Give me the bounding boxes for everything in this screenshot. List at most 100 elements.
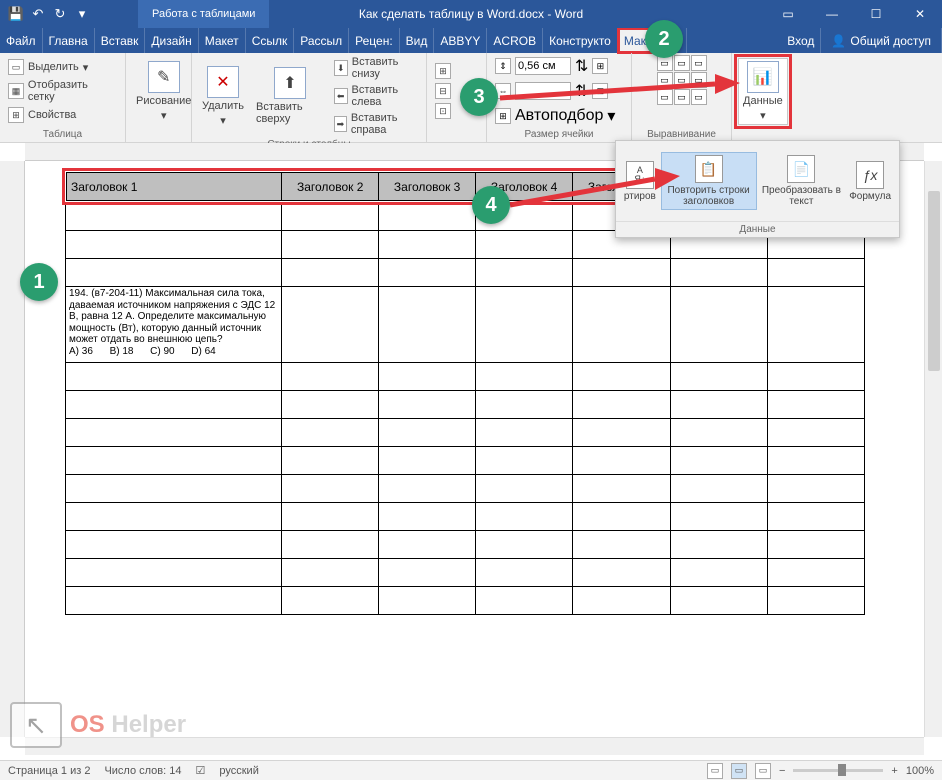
ruler-vertical[interactable] [0, 161, 25, 737]
zoom-in-button[interactable]: + [891, 765, 897, 777]
undo-icon[interactable]: ↶ [30, 6, 46, 22]
tab-references[interactable]: Ссылк [246, 28, 295, 53]
split-icon: ⊟ [435, 83, 451, 99]
group-label: Таблица [6, 127, 119, 142]
distribute-rows-icon[interactable]: ⊞ [592, 58, 608, 74]
tab-home[interactable]: Главна [43, 28, 95, 53]
arrow-4 [505, 165, 685, 215]
formula-button[interactable]: ƒx Формула [846, 158, 894, 205]
scrollbar-vertical[interactable] [924, 161, 942, 737]
table-row[interactable] [66, 447, 865, 475]
header-cell[interactable]: Заголовок 1 [67, 173, 282, 201]
insert-above-button[interactable]: ⬆ Вставить сверху [252, 65, 328, 127]
draw-icon: ✎ [148, 61, 180, 93]
callout-1: 1 [20, 263, 58, 301]
close-button[interactable]: ✕ [898, 0, 942, 28]
problem-cell[interactable]: 194. (в7-204-11) Максимальная сила тока,… [66, 287, 282, 363]
table-row[interactable] [66, 559, 865, 587]
gridlines-button[interactable]: ▦Отобразить сетку [6, 78, 119, 104]
watermark-icon: ↖ [10, 702, 62, 748]
delete-button[interactable]: ✕ Удалить▾ [198, 64, 248, 129]
tab-file[interactable]: Файл [0, 28, 43, 53]
tab-design[interactable]: Дизайн [145, 28, 198, 53]
tab-insert[interactable]: Вставк [95, 28, 146, 53]
convert-to-text-button[interactable]: 📄 Преобразовать в текст [758, 152, 844, 210]
insert-below-button[interactable]: ⬇Вставить снизу [332, 55, 420, 81]
share-button[interactable]: 👤 Общий доступ [821, 28, 942, 53]
document-title: Как сделать таблицу в Word.docx - Word [359, 7, 583, 21]
tab-acrobat[interactable]: ACROB [487, 28, 543, 53]
zoom-out-button[interactable]: − [779, 765, 785, 777]
data-button[interactable]: 📊 Данные▾ [738, 58, 788, 125]
split-table-button[interactable]: ⊡ [433, 102, 453, 120]
qat-dropdown-icon[interactable]: ▾ [74, 6, 90, 22]
callout-2: 2 [645, 20, 683, 58]
header-cell[interactable]: Заголовок 3 [379, 173, 476, 201]
table-row[interactable] [66, 259, 865, 287]
language-status[interactable]: русский [219, 765, 258, 777]
insert-below-icon: ⬇ [334, 60, 348, 76]
table-row[interactable] [66, 531, 865, 559]
quick-access-toolbar: 💾 ↶ ↻ ▾ [0, 6, 98, 22]
insert-right-icon: ➡ [334, 116, 347, 132]
tab-mailings[interactable]: Рассыл [294, 28, 349, 53]
tab-table-design[interactable]: Конструкто [543, 28, 618, 53]
data-icon: 📊 [747, 61, 779, 93]
document-table-body[interactable]: 194. (в7-204-11) Максимальная сила тока,… [65, 202, 865, 615]
ribbon-options-icon[interactable]: ▭ [766, 0, 810, 28]
zoom-level[interactable]: 100% [906, 765, 934, 777]
convert-icon: 📄 [787, 155, 815, 183]
split-cells-button[interactable]: ⊟ [433, 82, 453, 100]
insert-left-icon: ⬅ [334, 88, 348, 104]
print-layout-icon[interactable]: ▭ [731, 763, 747, 779]
page-status[interactable]: Страница 1 из 2 [8, 765, 90, 777]
read-mode-icon[interactable]: ▭ [707, 763, 723, 779]
spellcheck-icon[interactable]: ☑ [196, 764, 206, 777]
formula-icon: ƒx [856, 161, 884, 189]
merge-cells-button[interactable]: ⊞ [433, 62, 453, 80]
repeat-header-icon: 📋 [695, 155, 723, 183]
table-row[interactable] [66, 587, 865, 615]
insert-right-button[interactable]: ➡Вставить справа [332, 111, 420, 137]
sign-in-link[interactable]: Вход [781, 28, 821, 53]
window-controls: ▭ — ☐ ✕ [766, 0, 942, 28]
zoom-thumb[interactable] [838, 764, 846, 776]
zoom-slider[interactable] [793, 769, 883, 772]
insert-left-button[interactable]: ⬅Вставить слева [332, 83, 420, 109]
header-cell[interactable]: Заголовок 2 [282, 173, 379, 201]
canvas[interactable]: Заголовок 1 Заголовок 2 Заголовок 3 Заго… [25, 161, 924, 737]
table-row[interactable] [66, 391, 865, 419]
split-table-icon: ⊡ [435, 103, 451, 119]
group-label: Размер ячейки [493, 127, 625, 142]
redo-icon[interactable]: ↻ [52, 6, 68, 22]
maximize-button[interactable]: ☐ [854, 0, 898, 28]
select-button[interactable]: ▭Выделить ▾ [6, 58, 119, 76]
properties-button[interactable]: ⊞Свойства [6, 106, 119, 124]
web-layout-icon[interactable]: ▭ [755, 763, 771, 779]
height-field[interactable] [515, 57, 571, 75]
table-row[interactable] [66, 419, 865, 447]
table-row[interactable]: 194. (в7-204-11) Максимальная сила тока,… [66, 287, 865, 363]
tab-layout[interactable]: Макет [199, 28, 246, 53]
draw-button[interactable]: ✎ Рисование▾ [132, 59, 195, 124]
table-row[interactable] [66, 363, 865, 391]
tab-review[interactable]: Рецен: [349, 28, 400, 53]
tab-abbyy[interactable]: ABBYY [434, 28, 487, 53]
table-row[interactable] [66, 503, 865, 531]
scroll-thumb[interactable] [928, 191, 940, 371]
word-count[interactable]: Число слов: 14 [104, 765, 181, 777]
tab-view[interactable]: Вид [400, 28, 435, 53]
title-text: Как сделать таблицу в Word.docx - Word [359, 7, 583, 21]
delete-icon: ✕ [207, 66, 239, 98]
minimize-button[interactable]: — [810, 0, 854, 28]
height-icon: ⇕ [495, 58, 511, 74]
contextual-tab-label: Работа с таблицами [138, 0, 269, 28]
ribbon-tabs: Файл Главна Вставк Дизайн Макет Ссылк Ра… [0, 28, 942, 53]
title-bar: 💾 ↶ ↻ ▾ Как сделать таблицу в Word.docx … [0, 0, 942, 28]
gridlines-icon: ▦ [8, 83, 24, 99]
align-tc-icon[interactable]: ▭ [674, 55, 690, 71]
save-icon[interactable]: 💾 [8, 6, 24, 22]
align-tr-icon[interactable]: ▭ [691, 55, 707, 71]
table-row[interactable] [66, 475, 865, 503]
share-label: Общий доступ [850, 34, 931, 48]
